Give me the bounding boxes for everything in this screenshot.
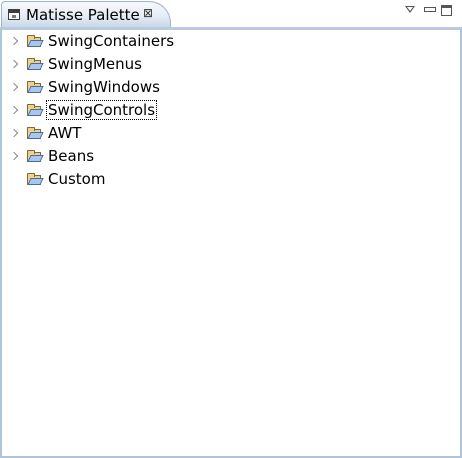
chevron-right-icon[interactable]: [9, 35, 19, 49]
minimize-icon[interactable]: [424, 7, 436, 12]
open-folder-icon: [27, 35, 44, 48]
palette-tree: SwingContainers SwingMenus SwingWindows …: [0, 27, 462, 458]
tree-item-swingcontrols[interactable]: SwingControls: [9, 100, 309, 122]
maximize-icon[interactable]: [441, 5, 452, 16]
palette-view-icon: [8, 9, 20, 20]
open-folder-icon: [27, 173, 44, 186]
tab-matisse-palette[interactable]: Matisse Palette ⊠: [1, 1, 171, 27]
tree-item-label: SwingWindows: [48, 78, 160, 96]
tree-item-swingmenus[interactable]: SwingMenus: [9, 54, 309, 76]
open-folder-icon: [27, 81, 44, 94]
tree-item-label-selected: SwingControls: [45, 100, 158, 120]
chevron-right-icon[interactable]: [9, 150, 19, 164]
tree-item-swingwindows[interactable]: SwingWindows: [9, 77, 309, 99]
tree-item-awt[interactable]: AWT: [9, 123, 309, 145]
chevron-right-icon[interactable]: [9, 58, 19, 72]
tree-item-label: SwingMenus: [48, 55, 142, 73]
tree-item-label: AWT: [48, 124, 82, 142]
tree-item-beans[interactable]: Beans: [9, 146, 309, 168]
tab-title: Matisse Palette: [26, 6, 140, 24]
chevron-right-icon[interactable]: [9, 104, 19, 118]
open-folder-icon: [27, 150, 44, 163]
open-folder-icon: [27, 58, 44, 71]
tree-item-label: Custom: [48, 170, 106, 188]
close-icon[interactable]: ⊠: [143, 7, 153, 19]
tree-item-custom[interactable]: Custom: [9, 169, 309, 191]
chevron-right-icon[interactable]: [9, 81, 19, 95]
tree-item-label: Beans: [48, 147, 95, 165]
matisse-palette-view: Matisse Palette ⊠ SwingContainers SwingM…: [0, 0, 462, 458]
tree-item-label: SwingContainers: [48, 32, 175, 50]
chevron-right-icon[interactable]: [9, 127, 19, 141]
view-menu-icon[interactable]: [405, 6, 415, 13]
tree-item-swingcontainers[interactable]: SwingContainers: [9, 31, 309, 53]
open-folder-icon: [27, 127, 44, 140]
open-folder-icon: [27, 104, 44, 117]
view-tab-bar: Matisse Palette ⊠: [0, 0, 462, 27]
